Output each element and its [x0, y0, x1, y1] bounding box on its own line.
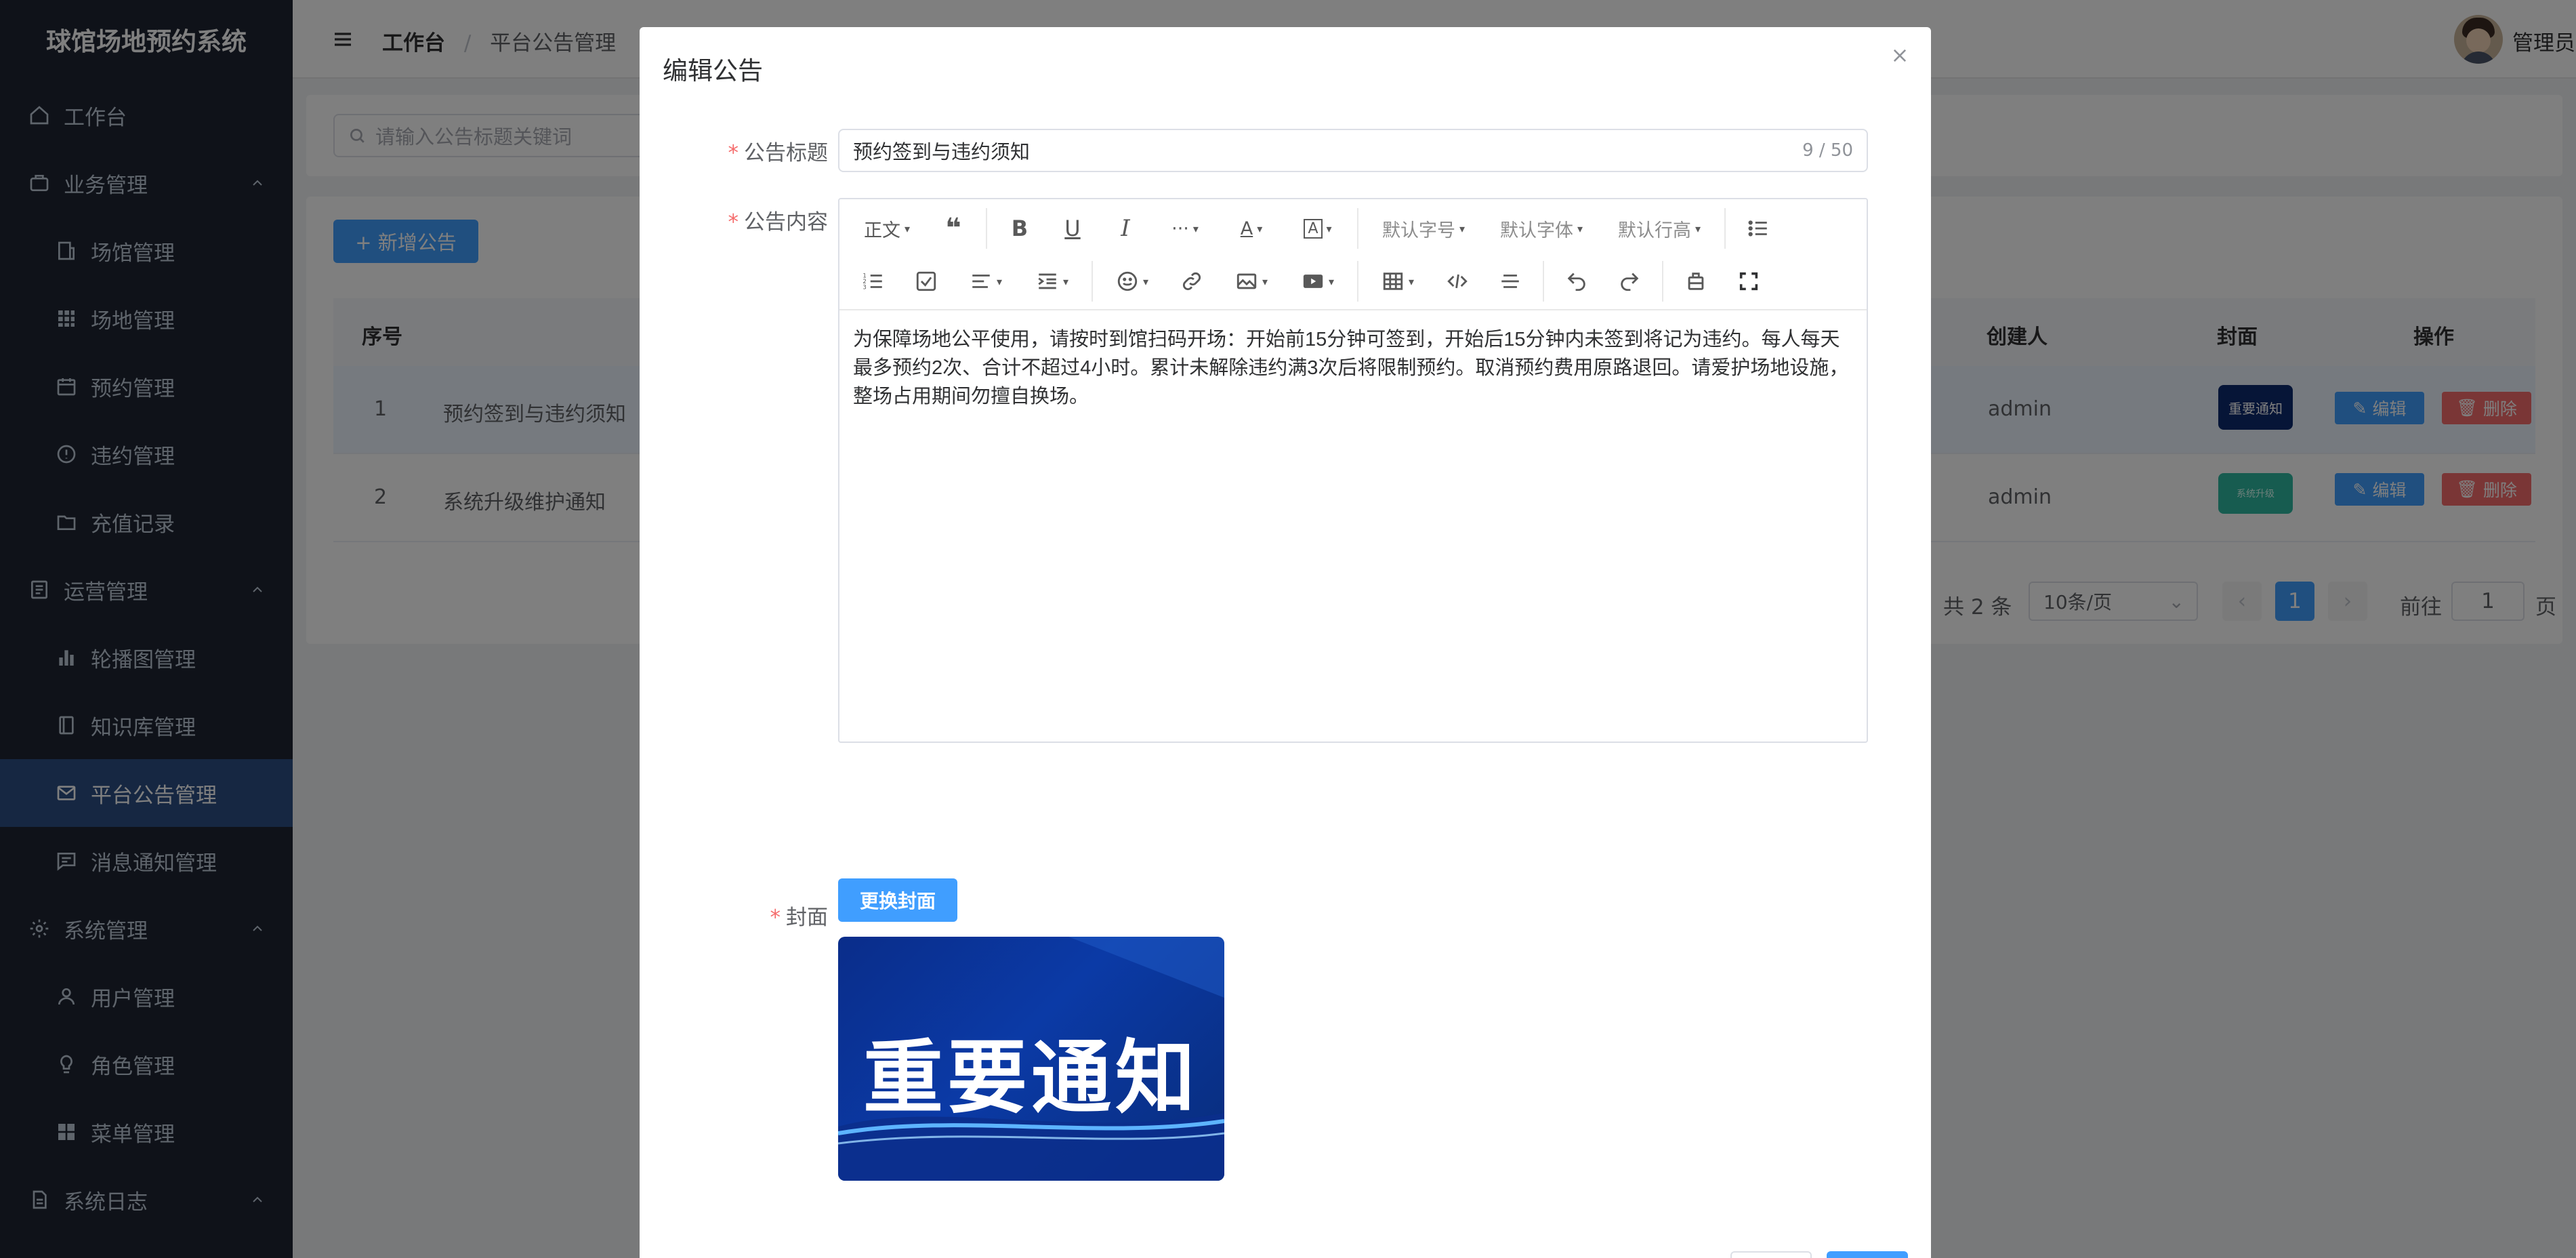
- more-icon: ···: [1171, 218, 1189, 239]
- numbered-list-icon: 123: [863, 272, 882, 291]
- content-label-text: 公告内容: [744, 210, 828, 235]
- title-input-value: 预约签到与违约须知: [853, 140, 1031, 163]
- cover-image-text: 重要通知: [863, 1031, 1199, 1124]
- undo-icon: [1567, 272, 1585, 291]
- table-icon: [1383, 272, 1403, 290]
- toolbar-divider: [1543, 261, 1544, 302]
- editor-toolbar-row-2: 123 ▾ ▾ ▾ ▾ ▾ ▾: [839, 258, 1867, 305]
- undo-button[interactable]: [1556, 261, 1597, 302]
- link-icon: [1182, 272, 1201, 291]
- eraser-icon: [1688, 272, 1704, 290]
- font-color-dropdown[interactable]: A ▾: [1224, 208, 1279, 249]
- title-input[interactable]: 预约签到与违约须知 9 / 50: [838, 129, 1868, 172]
- fullscreen-button[interactable]: [1728, 261, 1769, 302]
- cover-field-label: * 封面: [770, 906, 829, 930]
- cover-image-preview: 重要通知: [838, 937, 1224, 1181]
- align-dropdown[interactable]: ▾: [959, 261, 1013, 302]
- table-dropdown[interactable]: ▾: [1371, 261, 1425, 302]
- more-styles-dropdown[interactable]: ··· ▾: [1158, 208, 1212, 249]
- bold-button[interactable]: B: [999, 208, 1040, 249]
- title-char-count: 9 / 50: [1802, 140, 1853, 161]
- link-button[interactable]: [1171, 261, 1212, 302]
- confirm-button[interactable]: [1827, 1251, 1908, 1258]
- background-color-icon: A: [1304, 218, 1323, 239]
- numbered-list-button[interactable]: 123: [853, 261, 894, 302]
- toolbar-divider: [986, 208, 987, 249]
- background-color-dropdown[interactable]: A ▾: [1291, 208, 1345, 249]
- video-dropdown[interactable]: ▾: [1291, 261, 1345, 302]
- font-family-dropdown[interactable]: 默认字体 ▾: [1489, 208, 1594, 249]
- code-icon: [1447, 274, 1468, 289]
- cancel-button[interactable]: [1730, 1251, 1812, 1258]
- toolbar-divider: [1357, 261, 1358, 302]
- redo-icon: [1621, 272, 1639, 291]
- change-cover-button[interactable]: 更换封面: [838, 878, 957, 922]
- content-field-label: * 公告内容: [728, 210, 829, 235]
- underline-icon: U: [1064, 216, 1081, 241]
- italic-icon: I: [1121, 215, 1130, 242]
- redo-button[interactable]: [1609, 261, 1650, 302]
- align-left-icon: [972, 275, 990, 288]
- bulleted-list-button[interactable]: [1738, 208, 1779, 249]
- italic-button[interactable]: I: [1105, 208, 1146, 249]
- emoji-dropdown[interactable]: ▾: [1105, 261, 1159, 302]
- image-dropdown[interactable]: ▾: [1224, 261, 1279, 302]
- todo-button[interactable]: [906, 261, 947, 302]
- image-icon: [1237, 273, 1257, 289]
- emoji-icon: [1117, 271, 1138, 291]
- line-height-dropdown[interactable]: 默认行高 ▾: [1606, 208, 1712, 249]
- editor-toolbar-row-1: 正文 ▾ ❝ B U I ··· ▾ A ▾ A ▾ 默认字号 ▾ 默认字体 ▾ 默认行高 ▾: [839, 205, 1867, 252]
- code-block-button[interactable]: [1437, 261, 1478, 302]
- svg-text:3: 3: [863, 284, 866, 291]
- font-color-icon: A: [1240, 218, 1253, 239]
- heading-value: 正文: [863, 220, 900, 241]
- toolbar-divider: [1092, 261, 1093, 302]
- font-size-dropdown[interactable]: 默认字号 ▾: [1371, 208, 1476, 249]
- fullscreen-icon: [1739, 272, 1758, 291]
- checkbox-icon: [916, 271, 936, 291]
- video-icon: [1303, 275, 1323, 288]
- cover-label-text: 封面: [786, 906, 828, 930]
- quote-button[interactable]: ❝: [933, 208, 974, 249]
- toolbar-divider: [1662, 261, 1663, 302]
- edit-announcement-dialog: 编辑公告 * 公告标题 预约签到与违约须知 9 / 50 * 公告内容 正文 ▾ ❝ …: [640, 27, 1931, 1258]
- underline-button[interactable]: U: [1052, 208, 1093, 249]
- editor-toolbar-divider: [839, 309, 1867, 310]
- horizontal-rule-icon: [1501, 275, 1519, 288]
- rich-text-editor: 正文 ▾ ❝ B U I ··· ▾ A ▾ A ▾ 默认字号 ▾ 默认字体 ▾ 默认行高 ▾…: [838, 198, 1868, 743]
- indent-icon: [1038, 273, 1056, 289]
- heading-dropdown[interactable]: 正文 ▾: [853, 208, 921, 249]
- close-icon[interactable]: [1890, 46, 1909, 65]
- bold-icon: B: [1011, 216, 1029, 241]
- line-height-value: 默认行高: [1617, 220, 1691, 241]
- font-family-value: 默认字体: [1499, 220, 1573, 241]
- dialog-title: 编辑公告: [663, 56, 763, 85]
- title-field-label: * 公告标题: [728, 141, 829, 165]
- toolbar-divider: [1724, 208, 1726, 249]
- quote-icon: ❝: [945, 213, 961, 244]
- font-size-value: 默认字号: [1382, 220, 1455, 241]
- clear-format-button[interactable]: [1676, 261, 1716, 302]
- toolbar-divider: [1357, 208, 1358, 249]
- bulleted-list-icon: [1748, 220, 1767, 237]
- title-label-text: 公告标题: [744, 141, 828, 165]
- indent-dropdown[interactable]: ▾: [1025, 261, 1079, 302]
- editor-content[interactable]: 为保障场地公平使用，请按时到馆扫码开场：开始前15分钟可签到，开始后15分钟内未…: [853, 325, 1856, 411]
- divider-button[interactable]: [1490, 261, 1531, 302]
